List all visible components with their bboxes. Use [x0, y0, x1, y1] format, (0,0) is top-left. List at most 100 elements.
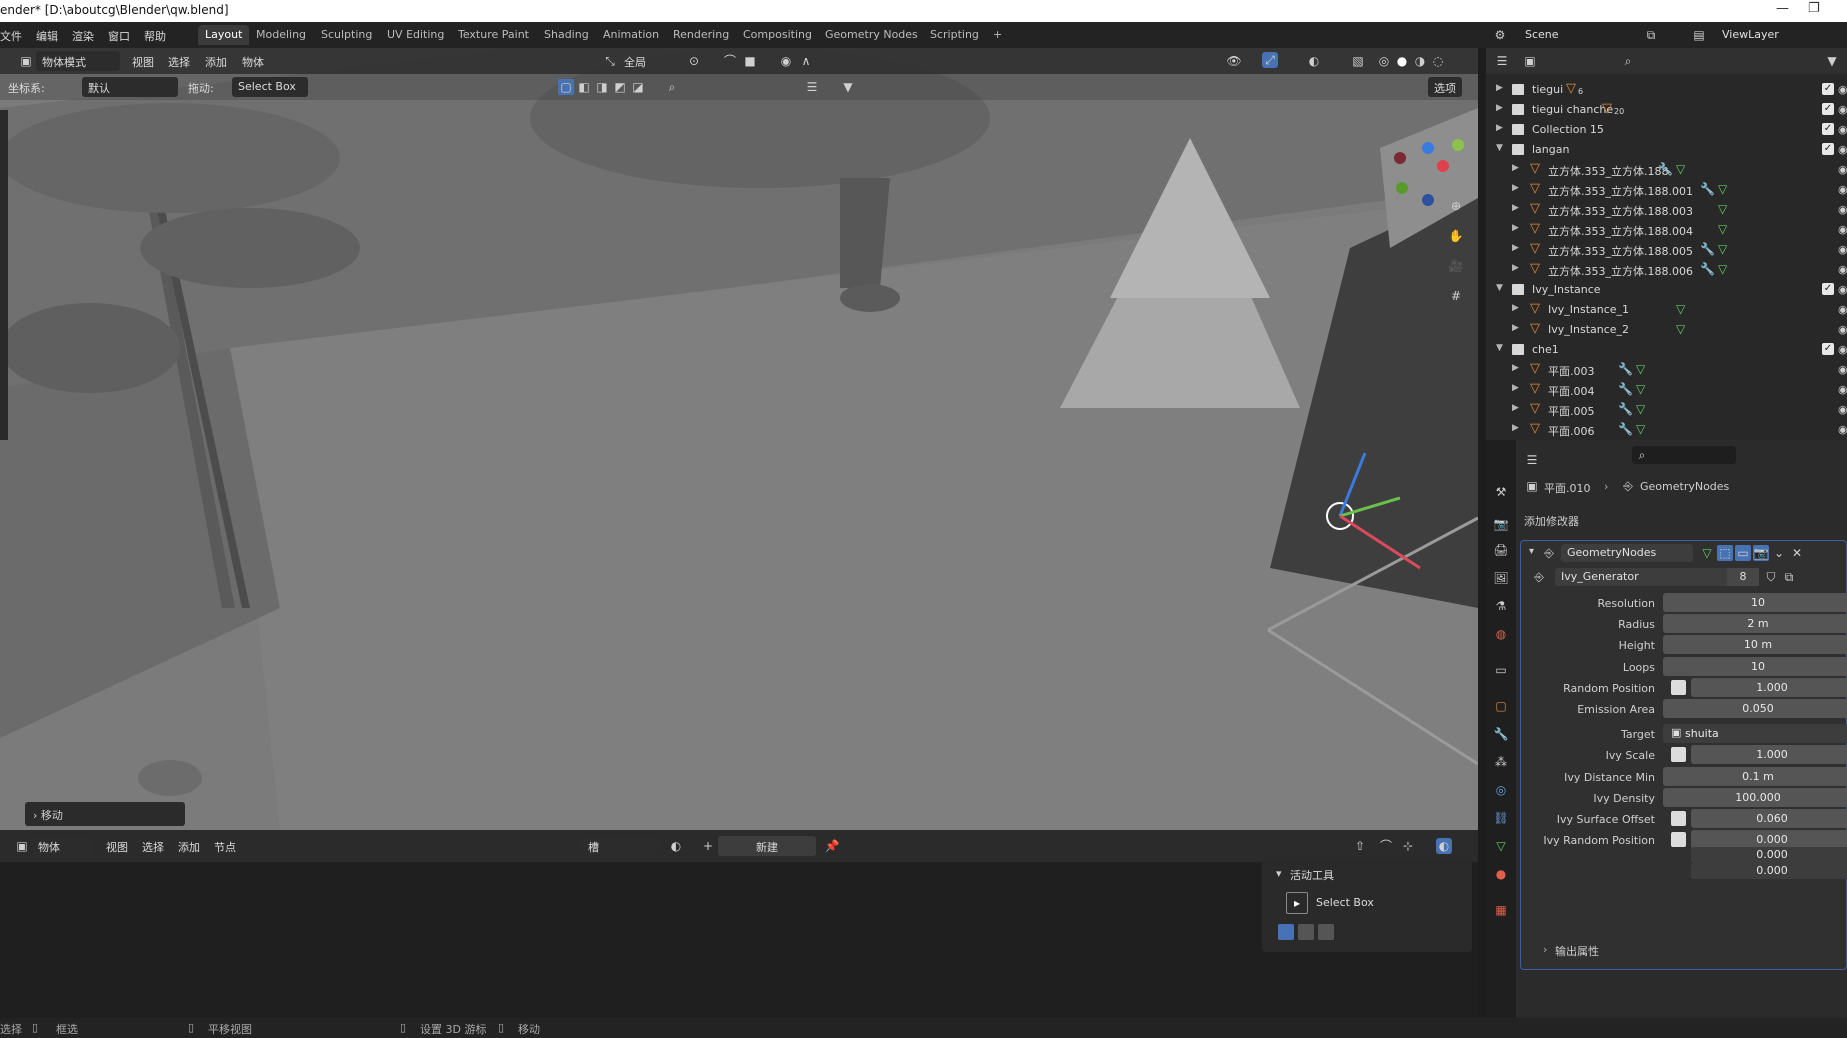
vector-component-field[interactable]: 0.000 [1691, 846, 1847, 863]
menu-file[interactable]: 文件 [0, 28, 22, 44]
solid-shading-icon[interactable]: ● [1394, 53, 1410, 69]
outliner-row[interactable]: ▶ ▽ 立方体.353_立方体.188.003 ▽ ◉ [1486, 200, 1847, 220]
search-icon[interactable]: ⌕ [664, 79, 680, 95]
expand-right-icon[interactable]: ▶ [1512, 383, 1519, 393]
mesh-data-icon[interactable]: ▽ [1676, 322, 1685, 336]
select-intersect-icon[interactable]: ◪ [630, 79, 646, 95]
expand-right-icon[interactable]: ▶ [1512, 363, 1519, 373]
modifier-name-field[interactable]: GeometryNodes [1561, 544, 1693, 562]
mesh-data-icon[interactable]: ▽ [1636, 422, 1645, 436]
visibility-eye-icon[interactable]: ◉ [1838, 343, 1847, 356]
mode-selector[interactable]: 物体模式 [36, 51, 120, 71]
modifier-menu-icon[interactable]: ⌄ [1771, 545, 1787, 561]
select-invert-icon[interactable]: ◩ [612, 79, 628, 95]
gizmo-toggle-icon[interactable]: ⤢ [1262, 52, 1278, 68]
3d-viewport[interactable] [0, 48, 1478, 830]
node-snap-target-icon[interactable]: ⊹ [1400, 838, 1416, 854]
pivot-icon[interactable]: ⊙ [686, 53, 702, 69]
display-mode-icon[interactable]: ▣ [1522, 53, 1538, 69]
material-tab-icon[interactable]: ● [1493, 866, 1509, 882]
collection-exclude-checkbox[interactable]: ✓ [1822, 83, 1834, 95]
collection-exclude-checkbox[interactable]: ✓ [1822, 343, 1834, 355]
mode-extend-icon[interactable] [1298, 924, 1314, 940]
visibility-eye-icon[interactable]: ◉ [1838, 363, 1847, 376]
tool-tab-icon[interactable]: ⚒ [1493, 484, 1509, 500]
modifier-icon[interactable]: 🔧 [1618, 382, 1633, 396]
mesh-data-icon[interactable]: ▽ [1718, 202, 1727, 216]
viewport-menu-view[interactable]: 视图 [126, 51, 160, 71]
visibility-eye-icon[interactable]: ◉ [1838, 303, 1847, 316]
expand-right-icon[interactable]: ▶ [1512, 423, 1519, 433]
outliner-row[interactable]: ▼ Ivy_Instance ✓ ◉ [1486, 280, 1847, 300]
mesh-data-icon[interactable]: ▽ [1676, 302, 1685, 316]
tab-modeling[interactable]: Modeling [249, 25, 313, 45]
modifier-icon[interactable]: 🔧 [1618, 422, 1633, 436]
physics-tab-icon[interactable]: ◎ [1493, 782, 1509, 798]
visibility-eye-icon[interactable]: ◉ [1838, 83, 1847, 96]
attribute-toggle-icon[interactable] [1671, 747, 1686, 763]
tab-texture-paint[interactable]: Texture Paint [451, 25, 536, 45]
layer-icon[interactable]: ☰ [804, 79, 820, 95]
input-field[interactable]: 100.000 [1663, 787, 1847, 807]
input-field[interactable]: 10 m [1663, 635, 1847, 655]
select-extend-icon[interactable]: ◧ [576, 79, 592, 95]
new-scene-icon[interactable]: ⧉ [1643, 27, 1659, 43]
modifier-icon[interactable]: 🔧 [1700, 262, 1715, 276]
outliner-row[interactable]: ▶ ▽ 平面.005 🔧 ▽ ◉ [1486, 400, 1847, 420]
visibility-eye-icon[interactable]: ◉ [1838, 403, 1847, 416]
camera-icon[interactable]: 🎥 [1448, 258, 1464, 274]
input-field[interactable]: 0.050 [1663, 699, 1847, 718]
visibility-eye-icon[interactable]: ◉ [1838, 323, 1847, 336]
falloff-icon[interactable]: ∧ [798, 53, 814, 69]
outliner-row[interactable]: ▶ ▽ 立方体.353_立方体.188 🔧 ▽ ◉ [1486, 160, 1847, 180]
active-tool-header[interactable]: 活动工具 [1290, 867, 1334, 883]
visibility-eye-icon[interactable]: ◉ [1838, 383, 1847, 396]
tab-uv-editing[interactable]: UV Editing [380, 25, 451, 45]
mode-subtract-icon[interactable] [1318, 924, 1334, 940]
outliner-row[interactable]: ▶ ▽ Ivy_Instance_2 ▽ ◉ [1486, 320, 1847, 340]
visibility-eye-icon[interactable]: ◉ [1838, 183, 1847, 196]
expand-down-icon[interactable]: ▼ [1496, 283, 1503, 293]
outliner-row[interactable]: ▶ ▽ 立方体.353_立方体.188.001 🔧 ▽ ◉ [1486, 180, 1847, 200]
expand-right-icon[interactable]: ▶ [1512, 263, 1519, 273]
expand-right-icon[interactable]: ▶ [1512, 203, 1519, 213]
outliner-row[interactable]: ▶ ▽ 立方体.353_立方体.188.004 ▽ ◉ [1486, 220, 1847, 240]
menu-render[interactable]: 渲染 [72, 28, 94, 44]
collection-exclude-checkbox[interactable]: ✓ [1822, 123, 1834, 135]
outliner-row[interactable]: ▶ ▽ 立方体.353_立方体.188.006 🔧 ▽ ◉ [1486, 260, 1847, 280]
visibility-eye-icon[interactable]: ◉ [1838, 283, 1847, 296]
select-box-tool-icon[interactable]: ▸ [1286, 892, 1308, 914]
input-field[interactable]: 0.1 m [1663, 766, 1847, 786]
node-group-browse-icon[interactable]: ⎆ [1531, 569, 1547, 585]
outliner-row[interactable]: ▶ ▽ 平面.003 🔧 ▽ ◉ [1486, 360, 1847, 380]
outliner[interactable]: ▶ tiegui ▽ 6 ✓ ◉ ▶ tiegui chanche ▽ 20 ✓ ◉ ▶ Collecti… [1486, 48, 1847, 440]
expand-down-icon[interactable]: ▼ [1496, 143, 1503, 153]
attribute-toggle-icon[interactable] [1671, 811, 1686, 826]
modifier-tab-icon[interactable]: 🔧 [1493, 726, 1509, 742]
viewport-menu-object[interactable]: 物体 [236, 51, 270, 71]
modifier-collapse-icon[interactable]: ▾ [1529, 546, 1534, 557]
collection-exclude-checkbox[interactable]: ✓ [1822, 143, 1834, 155]
tab-compositing[interactable]: Compositing [736, 25, 819, 45]
filter-icon[interactable]: ▼ [840, 79, 856, 95]
view-layer-tab-icon[interactable]: 🖼 [1493, 570, 1509, 586]
input-field[interactable]: 10 [1663, 656, 1847, 676]
collection-tab-icon[interactable]: ▭ [1493, 662, 1509, 678]
expand-right-icon[interactable]: ▶ [1512, 403, 1519, 413]
bottom-menu-add[interactable]: 添加 [172, 836, 206, 856]
modifier-icon[interactable]: 🔧 [1700, 182, 1715, 196]
expand-down-icon[interactable]: ▼ [1496, 343, 1503, 353]
object-picker-icon[interactable]: ▣ [1671, 726, 1681, 739]
expand-right-icon[interactable]: ▶ [1496, 103, 1503, 113]
select-subtract-icon[interactable]: ◨ [594, 79, 610, 95]
viewport-toggle-icon[interactable]: ▭ [1735, 545, 1751, 561]
modifier-icon[interactable]: 🔧 [1700, 242, 1715, 256]
input-field[interactable]: shuita [1663, 724, 1847, 744]
render-toggle-icon[interactable]: 📷 [1753, 545, 1769, 561]
mesh-data-icon[interactable]: ▽ [1718, 182, 1727, 196]
tab-scripting[interactable]: Scripting [923, 25, 986, 45]
node-group-field[interactable]: Ivy_Generator [1555, 568, 1727, 586]
maximize-icon[interactable]: ❐ [1808, 1, 1820, 16]
material-shading-icon[interactable]: ◑ [1412, 53, 1428, 69]
outliner-editor-icon[interactable]: ☰ [1494, 53, 1510, 69]
